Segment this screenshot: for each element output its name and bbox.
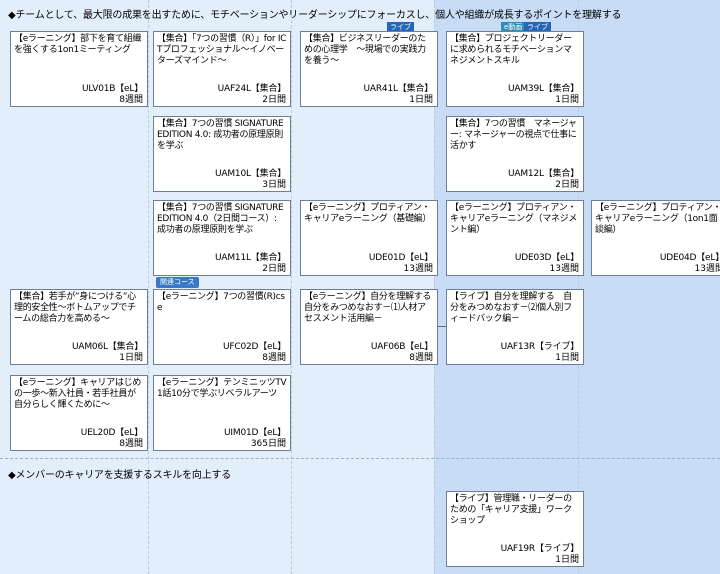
- course-title: 【集合】「7つの習慣（R）」for ICTプロフェッショナル～イノベーターズマイ…: [157, 34, 287, 66]
- column-divider: [148, 0, 149, 574]
- course-card-uam10l[interactable]: 【集合】7つの習慣 SIGNATURE EDITION 4.0: 成功者の原理原…: [153, 116, 291, 192]
- course-duration: 8週間: [119, 439, 143, 449]
- course-card-uaf13r[interactable]: 【ライブ】自分を理解する 自分をみつめなおす－⑵個人別フィードバック編－ UAF…: [446, 289, 584, 365]
- course-duration: 1日間: [555, 353, 579, 363]
- course-duration: 365日間: [250, 439, 286, 449]
- course-duration: 2日間: [262, 264, 286, 274]
- course-card-ude03d[interactable]: 【eラーニング】プロティアン・キャリアeラーニング（マネジメント編） UDE03…: [446, 200, 584, 276]
- course-card-uam06l[interactable]: 【集合】若手が”身につける”心理的安全性～ボトムアップでチームの総合力を高める～…: [10, 289, 148, 365]
- course-card-ufc02d[interactable]: 【eラーニング】7つの習慣(R)cse UFC02D【eL】 8週間: [153, 289, 291, 365]
- course-duration: 2日間: [555, 180, 579, 190]
- course-card-uel20d[interactable]: 【eラーニング】キャリアはじめの一歩～新入社員・若手社員が自分らしく輝くために～…: [10, 375, 148, 451]
- section-heading-leadership: ◆チームとして、最大限の成果を出すために、モチベーションやリーダーシップにフォー…: [8, 10, 622, 21]
- course-title: 【eラーニング】プロティアン・キャリアeラーニング（1on1面談編）: [595, 203, 720, 235]
- course-title: 【eラーニング】部下を育て組織を強くする1on1ミーティング: [14, 34, 142, 55]
- course-card-uam39l[interactable]: 【集合】プロジェクトリーダーに求められるモチベーションマネジメントスキル UAM…: [446, 31, 584, 107]
- course-card-uam12l[interactable]: 【集合】7つの習慣 マネージャー: マネージャーの視点で仕事に活かす UAM12…: [446, 116, 584, 192]
- course-duration: 13週間: [694, 264, 720, 274]
- course-duration: 1日間: [555, 555, 579, 565]
- course-card-uaf24l[interactable]: 【集合】「7つの習慣（R）」for ICTプロフェッショナル～イノベーターズマイ…: [153, 31, 291, 107]
- course-title: 【ライブ】管理職・リーダーのための「キャリア支援」ワークショップ: [450, 494, 572, 526]
- course-title: 【集合】7つの習慣 SIGNATURE EDITION 4.0（2日間コース）:…: [157, 203, 284, 235]
- course-title: 【集合】ビジネスリーダーのための心理学 ～現場での実践力を養う～: [304, 34, 426, 66]
- course-duration: 1日間: [119, 353, 143, 363]
- course-duration: 3日間: [262, 180, 286, 190]
- course-card-ude01d[interactable]: 【eラーニング】プロティアン・キャリアeラーニング（基礎編） UDE01D【eL…: [300, 200, 438, 276]
- course-card-uaf19r[interactable]: 【ライブ】管理職・リーダーのための「キャリア支援」ワークショップ UAF19R【…: [446, 491, 584, 567]
- course-title: 【ライブ】自分を理解する 自分をみつめなおす－⑵個人別フィードバック編－: [450, 292, 572, 324]
- column-divider: [291, 0, 292, 574]
- course-card-uaf06b[interactable]: 【eラーニング】自分を理解する 自分をみつめなおす－⑴人材アセスメント活用編－ …: [300, 289, 438, 365]
- course-card-ulv01b[interactable]: 【eラーニング】部下を育て組織を強くする1on1ミーティング ULV01B【eL…: [10, 31, 148, 107]
- related-course-badge: 関連コース: [156, 277, 199, 288]
- course-title: 【集合】プロジェクトリーダーに求められるモチベーションマネジメントスキル: [450, 34, 572, 66]
- course-title: 【eラーニング】プロティアン・キャリアeラーニング（基礎編）: [304, 203, 432, 224]
- course-duration: 2日間: [262, 95, 286, 105]
- course-duration: 8週間: [409, 353, 433, 363]
- course-title: 【eラーニング】7つの習慣(R)cse: [157, 292, 285, 313]
- course-title: 【eラーニング】テンミニッツTV 1話10分で学ぶリベラルアーツ: [157, 378, 287, 399]
- course-duration: 8週間: [262, 353, 286, 363]
- section-separator: [0, 458, 720, 459]
- course-title: 【集合】7つの習慣 マネージャー: マネージャーの視点で仕事に活かす: [450, 119, 577, 151]
- course-title: 【集合】若手が”身につける”心理的安全性～ボトムアップでチームの総合力を高める～: [14, 292, 136, 324]
- course-duration: 8週間: [119, 95, 143, 105]
- course-duration: 13週間: [403, 264, 433, 274]
- course-title: 【集合】7つの習慣 SIGNATURE EDITION 4.0: 成功者の原理原…: [157, 119, 284, 151]
- course-duration: 1日間: [555, 95, 579, 105]
- course-duration: 1日間: [409, 95, 433, 105]
- course-duration: 13週間: [549, 264, 579, 274]
- course-title: 【eラーニング】自分を理解する 自分をみつめなおす－⑴人材アセスメント活用編－: [304, 292, 437, 324]
- course-title: 【eラーニング】キャリアはじめの一歩～新入社員・若手社員が自分らしく輝くために～: [14, 378, 142, 410]
- course-card-uam11l[interactable]: 【集合】7つの習慣 SIGNATURE EDITION 4.0（2日間コース）:…: [153, 200, 291, 276]
- course-card-ude04d[interactable]: 【eラーニング】プロティアン・キャリアeラーニング（1on1面談編） UDE04…: [591, 200, 720, 276]
- course-card-uim01d[interactable]: 【eラーニング】テンミニッツTV 1話10分で学ぶリベラルアーツ UIM01D【…: [153, 375, 291, 451]
- course-card-uar41l[interactable]: 【集合】ビジネスリーダーのための心理学 ～現場での実践力を養う～ UAR41L【…: [300, 31, 438, 107]
- section-heading-career-support: ◆メンバーのキャリアを支援するスキルを向上する: [8, 470, 232, 481]
- course-title: 【eラーニング】プロティアン・キャリアeラーニング（マネジメント編）: [450, 203, 578, 235]
